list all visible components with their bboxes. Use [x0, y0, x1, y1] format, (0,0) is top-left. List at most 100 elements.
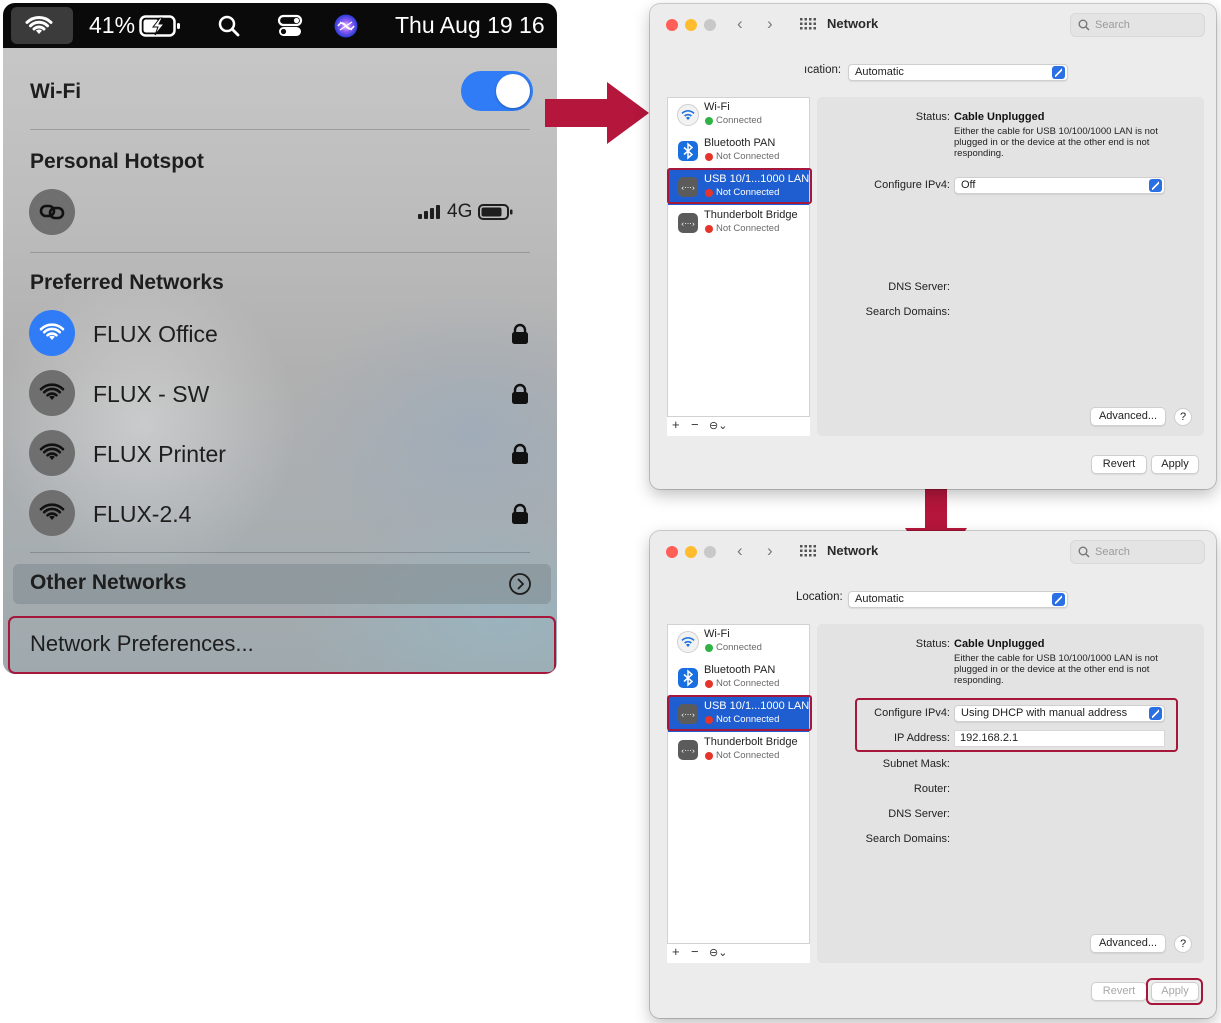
back-chevron-icon[interactable]: ‹: [737, 541, 743, 561]
status-dot-red: [705, 752, 713, 760]
service-wifi[interactable]: Wi-Fi Connected: [668, 625, 809, 660]
service-detail-pane: Status: Cable Unplugged Either the cable…: [817, 97, 1204, 436]
network-preferences-item[interactable]: Network Preferences...: [30, 631, 254, 657]
siri-icon[interactable]: [333, 3, 359, 48]
show-all-grid-icon[interactable]: [800, 545, 816, 557]
service-status: Connected: [716, 115, 762, 126]
service-thunderbolt-bridge[interactable]: ‹···› Thunderbolt Bridge Not Connected: [668, 733, 809, 768]
status-dot-green: [705, 644, 713, 652]
spotlight-search-icon[interactable]: [217, 3, 241, 48]
zoom-button[interactable]: [704, 19, 716, 31]
control-center-icon[interactable]: [277, 3, 303, 48]
svg-text:‹···›: ‹···›: [681, 747, 695, 756]
status-value: Cable Unplugged: [954, 111, 1045, 123]
wifi-icon: [29, 370, 75, 416]
service-status: Not Connected: [716, 678, 780, 689]
service-list-controls: + − ⊖⌄: [667, 943, 810, 963]
minimize-button[interactable]: [685, 546, 697, 558]
hotspot-signal-type: 4G: [447, 201, 473, 222]
divider: [30, 552, 530, 553]
location-label: Location:: [796, 591, 843, 603]
close-button[interactable]: [666, 19, 678, 31]
ethernet-icon: ‹···›: [678, 740, 698, 760]
status-label: Status:: [915, 638, 950, 650]
location-popup[interactable]: Automatic: [848, 64, 1068, 81]
service-wifi[interactable]: Wi-Fi Connected: [668, 98, 809, 133]
show-all-grid-icon[interactable]: [800, 18, 816, 30]
selected-service-highlight: [667, 168, 812, 204]
service-actions-button[interactable]: ⊖⌄: [709, 419, 727, 432]
search-field[interactable]: Search: [1070, 540, 1205, 564]
help-button[interactable]: ?: [1174, 935, 1192, 953]
wifi-toggle[interactable]: [461, 71, 533, 111]
ipv4-settings-highlight: [855, 698, 1178, 752]
search-icon: [1078, 19, 1090, 31]
window-title: Network: [827, 543, 879, 558]
menu-bar-clock[interactable]: Thu Aug 19 16: [395, 3, 545, 48]
divider: [30, 129, 530, 130]
service-actions-button[interactable]: ⊖⌄: [709, 946, 727, 959]
advanced-button[interactable]: Advanced...: [1090, 407, 1166, 426]
zoom-button[interactable]: [704, 546, 716, 558]
service-list: Wi-Fi Connected Bluetooth PAN Not Connec…: [667, 624, 810, 963]
apply-button-highlight: [1146, 978, 1203, 1005]
status-label: Status:: [915, 111, 950, 123]
wifi-icon: [29, 310, 75, 356]
network-name: FLUX Office: [93, 321, 218, 347]
location-popup[interactable]: Automatic: [848, 591, 1068, 608]
service-detail-pane: Status: Cable Unplugged Either the cable…: [817, 624, 1204, 963]
wifi-menu-panel: 41% Thu Aug 19 16 Wi-Fi Personal Hotspot…: [3, 3, 557, 674]
lock-icon: [512, 383, 528, 404]
search-icon: [1078, 546, 1090, 558]
add-service-button[interactable]: +: [672, 944, 680, 959]
advanced-button[interactable]: Advanced...: [1090, 934, 1166, 953]
service-name: Bluetooth PAN: [704, 664, 776, 676]
forward-chevron-icon[interactable]: ›: [767, 541, 773, 561]
back-chevron-icon[interactable]: ‹: [737, 14, 743, 34]
battery-percentage: 41%: [89, 12, 136, 38]
battery-charging-icon[interactable]: [139, 3, 183, 48]
status-value: Cable Unplugged: [954, 638, 1045, 650]
remove-service-button[interactable]: −: [691, 944, 699, 959]
network-name: FLUX - SW: [93, 381, 210, 407]
close-button[interactable]: [666, 546, 678, 558]
lock-icon: [512, 323, 528, 344]
apply-button[interactable]: Apply: [1151, 455, 1199, 474]
search-domains-label: Search Domains:: [865, 833, 950, 845]
window-titlebar: ‹ › Network Search: [650, 531, 1216, 571]
other-networks-label: Other Networks: [30, 571, 187, 594]
hotspot-link-icon[interactable]: [29, 189, 75, 235]
service-name: Wi-Fi: [704, 628, 730, 640]
configure-ipv4-label: Configure IPv4:: [874, 179, 950, 191]
forward-chevron-icon[interactable]: ›: [767, 14, 773, 34]
service-name: Thunderbolt Bridge: [704, 736, 798, 748]
search-field[interactable]: Search: [1070, 13, 1205, 37]
dns-server-label: DNS Server:: [888, 808, 950, 820]
wifi-status-icon[interactable]: [25, 3, 53, 48]
popup-chevron-icon: [1149, 179, 1162, 192]
status-dot-red: [705, 680, 713, 688]
lock-icon: [512, 443, 528, 464]
wifi-label: Wi-Fi: [30, 80, 82, 103]
service-bluetooth-pan[interactable]: Bluetooth PAN Not Connected: [668, 134, 809, 169]
popup-chevron-icon: [1052, 593, 1065, 606]
remove-service-button[interactable]: −: [691, 417, 699, 432]
service-thunderbolt-bridge[interactable]: ‹···› Thunderbolt Bridge Not Connected: [668, 206, 809, 241]
minimize-button[interactable]: [685, 19, 697, 31]
service-status: Not Connected: [716, 151, 780, 162]
hotspot-battery-icon: [478, 204, 513, 220]
ethernet-icon: ‹···›: [678, 213, 698, 233]
help-button[interactable]: ?: [1174, 408, 1192, 426]
service-bluetooth-pan[interactable]: Bluetooth PAN Not Connected: [668, 661, 809, 696]
service-status: Connected: [716, 642, 762, 653]
configure-ipv4-popup[interactable]: Off: [954, 177, 1165, 194]
bluetooth-icon: [678, 141, 698, 161]
wifi-service-icon: [677, 104, 699, 126]
search-domains-label: Search Domains:: [865, 306, 950, 318]
location-label: ıcation:: [804, 64, 842, 76]
revert-button[interactable]: Revert: [1091, 982, 1147, 1001]
chevron-right-circle-icon[interactable]: [508, 572, 532, 596]
dns-server-label: DNS Server:: [888, 281, 950, 293]
add-service-button[interactable]: +: [672, 417, 680, 432]
revert-button[interactable]: Revert: [1091, 455, 1147, 474]
